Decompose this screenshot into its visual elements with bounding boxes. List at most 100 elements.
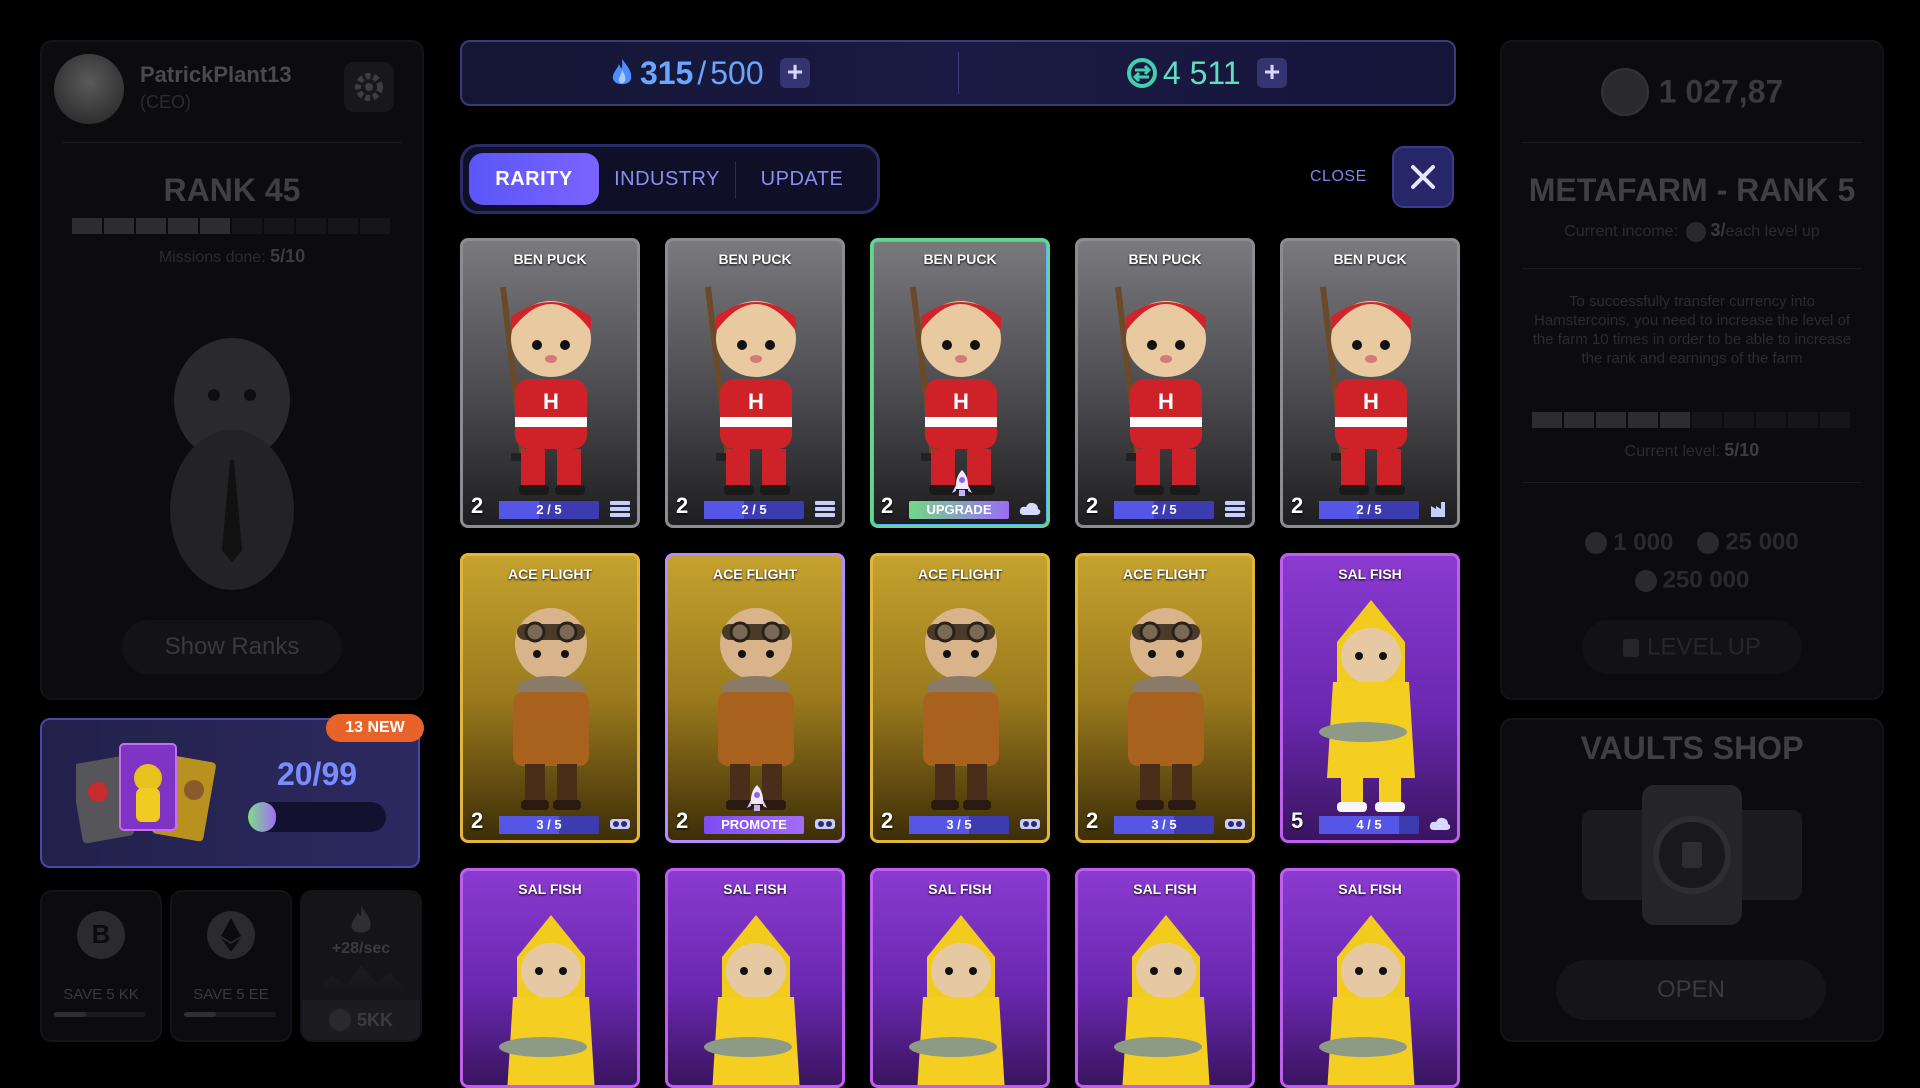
cloud-icon xyxy=(1019,500,1041,518)
card-progress-label: 3 / 5 xyxy=(536,817,562,832)
progress-segment xyxy=(1596,412,1626,428)
card-progress-bar: 3 / 5 xyxy=(499,816,599,834)
hamster-card-image xyxy=(1293,582,1447,822)
progress-segment xyxy=(72,218,102,234)
hamster-card[interactable]: ACE FLIGHT 2 3 / 5 xyxy=(870,553,1050,843)
progress-segment xyxy=(360,218,390,234)
vr-icon xyxy=(1019,815,1041,833)
hamster-card[interactable]: SAL FISH 5 4 / 5 xyxy=(1280,553,1460,843)
card-level: 5 xyxy=(1291,808,1304,833)
card-progress-fill xyxy=(704,501,744,519)
hamster-card-image: H xyxy=(1088,267,1242,507)
card-progress-fill xyxy=(499,501,539,519)
token-icon xyxy=(328,1009,351,1031)
card-level: 2 xyxy=(676,493,689,518)
progress-segment xyxy=(200,218,230,234)
card-level: 2 xyxy=(1086,808,1099,833)
card-name: SAL FISH xyxy=(1338,881,1402,897)
income-label: Current income: xyxy=(1564,223,1679,240)
progress-segment xyxy=(104,218,134,234)
hamster-card[interactable]: SAL FISH xyxy=(870,868,1050,1088)
progress-segment xyxy=(1660,412,1690,428)
cost-token: 250 000 xyxy=(1662,566,1750,594)
hamster-card[interactable]: SAL FISH xyxy=(1280,868,1460,1088)
svg-text:H: H xyxy=(748,389,764,414)
card-name: SAL FISH xyxy=(1338,566,1402,582)
profile-role: (CEO) xyxy=(140,92,191,112)
progress-segment xyxy=(264,218,294,234)
progress-segment xyxy=(1756,412,1786,428)
card-name: BEN PUCK xyxy=(1333,251,1407,267)
hamster-card[interactable]: SAL FISH xyxy=(665,868,845,1088)
card-level: 2 xyxy=(1086,493,1099,518)
hamster-card-image: H xyxy=(678,267,832,507)
add-tokens-button[interactable]: + xyxy=(1257,58,1288,88)
energy-separator: / xyxy=(697,55,707,91)
card-progress-label: UPGRADE xyxy=(926,502,992,517)
promote-button[interactable]: PROMOTE xyxy=(704,816,804,834)
level-label: Current level: xyxy=(1624,443,1720,460)
saver-tile-eth[interactable]: SAVE 5 EE xyxy=(170,890,292,1042)
hamster-card[interactable]: H BEN PUCK 2 2 / 5 xyxy=(1075,238,1255,528)
cost-eth-icon xyxy=(1697,531,1720,554)
vault-open-button[interactable]: OPEN xyxy=(1556,960,1826,1020)
factory-icon xyxy=(1429,500,1451,518)
collection-count: 20/99 xyxy=(276,756,358,792)
hamster-card[interactable]: SAL FISH xyxy=(1075,868,1255,1088)
level-up-button[interactable]: LEVEL UP xyxy=(1582,620,1802,674)
hamster-card[interactable]: H BEN PUCK 2 2 / 5 xyxy=(1280,238,1460,528)
progress-segment xyxy=(1788,412,1818,428)
card-level: 2 xyxy=(676,808,689,833)
server-icon xyxy=(609,500,631,518)
rocket-icon xyxy=(746,784,768,814)
hamster-card[interactable]: H BEN PUCK 2 UPGRADE xyxy=(870,238,1050,528)
show-ranks-button[interactable]: Show Ranks xyxy=(122,620,342,674)
close-label[interactable]: CLOSE xyxy=(1310,168,1367,186)
hamster-card-image xyxy=(1293,897,1447,1085)
hamster-card[interactable]: ACE FLIGHT 2 3 / 5 xyxy=(1075,553,1255,843)
level-progress-bar xyxy=(1532,412,1852,428)
hamster-card-image xyxy=(473,582,627,822)
cost-eth: 25 000 xyxy=(1725,528,1799,556)
add-energy-button[interactable]: + xyxy=(780,58,811,88)
collection-cards-image xyxy=(70,742,226,852)
avatar xyxy=(54,54,124,124)
card-progress-bar: 2 / 5 xyxy=(1319,501,1419,519)
saver-label-eth: SAVE 5 EE xyxy=(193,986,269,1003)
upgrade-button[interactable]: UPGRADE xyxy=(909,501,1009,519)
close-button[interactable] xyxy=(1392,146,1454,208)
card-name: ACE FLIGHT xyxy=(713,566,797,582)
tab-rarity[interactable]: RARITY xyxy=(469,153,599,205)
hamster-card[interactable]: H BEN PUCK 2 2 / 5 xyxy=(665,238,845,528)
card-progress-bar: 4 / 5 xyxy=(1319,816,1419,834)
hamster-card[interactable]: SAL FISH xyxy=(460,868,640,1088)
hamster-portrait-image xyxy=(152,310,312,600)
hamster-card-image xyxy=(883,897,1037,1085)
income-suffix: each level up xyxy=(1725,223,1820,240)
settings-button[interactable] xyxy=(344,62,394,112)
saver-tile-flame[interactable]: +28/sec 5KK xyxy=(300,890,422,1042)
saver-buy-button[interactable]: 5KK xyxy=(302,1000,420,1040)
vr-icon xyxy=(1224,815,1246,833)
svg-text:H: H xyxy=(543,389,559,414)
collection-panel[interactable]: 13 NEW 20/99 xyxy=(40,714,424,868)
metafarm-title: METAFARM - RANK 5 xyxy=(1528,172,1856,208)
hamster-card-image xyxy=(883,582,1037,822)
hamster-card[interactable]: ACE FLIGHT 2 3 / 5 xyxy=(460,553,640,843)
hamster-card-image xyxy=(1088,582,1242,822)
saver-tile-btc[interactable]: B SAVE 5 KK xyxy=(40,890,162,1042)
energy-current: 315 xyxy=(639,55,694,91)
hamster-card-image xyxy=(678,897,832,1085)
energy-flame-icon xyxy=(612,59,632,85)
saver-rate: +28/sec xyxy=(331,940,391,957)
profile-username: PatrickPlant13 xyxy=(140,62,292,87)
vaults-title: VAULTS SHOP xyxy=(1580,730,1804,766)
hamster-card[interactable]: H BEN PUCK 2 2 / 5 xyxy=(460,238,640,528)
card-progress-bar: 2 / 5 xyxy=(1114,501,1214,519)
hamster-card[interactable]: ACE FLIGHT 2 PROMOTE xyxy=(665,553,845,843)
tab-update[interactable]: UPDATE xyxy=(735,153,869,205)
card-progress-bar: 3 / 5 xyxy=(909,816,1009,834)
tab-industry[interactable]: INDUSTRY xyxy=(599,153,735,205)
vault-image xyxy=(1562,780,1822,930)
card-name: ACE FLIGHT xyxy=(918,566,1002,582)
